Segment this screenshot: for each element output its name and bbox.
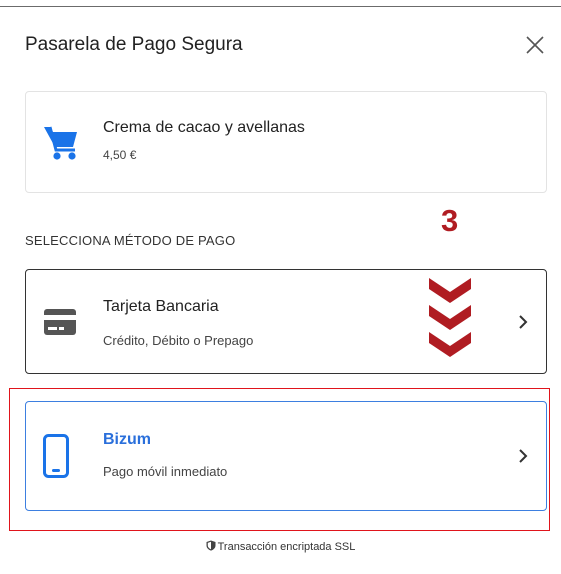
cart-icon bbox=[44, 126, 77, 160]
payment-method-heading: SELECCIONA MÉTODO DE PAGO bbox=[25, 233, 236, 248]
ssl-notice: Transacción encriptada SSL bbox=[0, 540, 561, 553]
card-method-subtitle: Crédito, Débito o Prepago bbox=[103, 333, 254, 348]
product-name: Crema de cacao y avellanas bbox=[103, 119, 305, 136]
card-method-title: Tarjeta Bancaria bbox=[103, 298, 219, 315]
product-price: 4,50 € bbox=[103, 148, 137, 162]
product-summary-card: Crema de cacao y avellanas 4,50 € bbox=[25, 91, 547, 193]
chevron-right-icon bbox=[519, 314, 528, 329]
ssl-text: Transacción encriptada SSL bbox=[217, 541, 356, 553]
top-divider bbox=[0, 6, 561, 7]
modal-header: Pasarela de Pago Segura bbox=[25, 34, 550, 62]
close-button[interactable] bbox=[524, 34, 550, 60]
modal-title: Pasarela de Pago Segura bbox=[25, 34, 243, 55]
highlight-annotation-box bbox=[9, 388, 550, 531]
chevron-down-annotation-icon bbox=[429, 278, 471, 357]
shield-icon bbox=[206, 540, 216, 551]
step-number-annotation: 3 bbox=[441, 203, 459, 238]
credit-card-icon bbox=[44, 309, 76, 335]
close-icon bbox=[526, 36, 544, 54]
